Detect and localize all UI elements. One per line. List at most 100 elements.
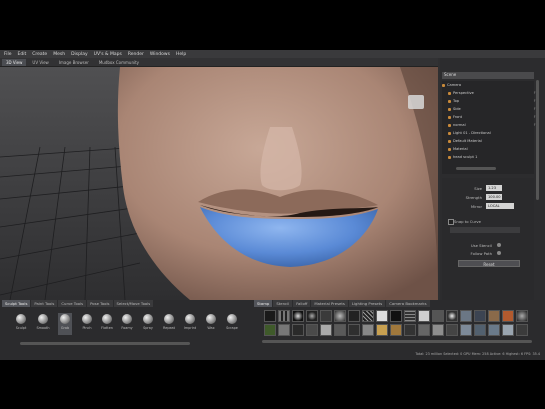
stamp-light[interactable] xyxy=(418,310,430,322)
stamp-pebble[interactable] xyxy=(348,324,360,336)
stamp-rock[interactable] xyxy=(334,324,346,336)
panel-scrollbar[interactable] xyxy=(536,80,539,200)
status-bar: Total: 23 million Selected: 0 GPU Mem: 2… xyxy=(415,352,540,356)
menu-help[interactable]: Help xyxy=(176,52,186,57)
stamp-ice[interactable] xyxy=(460,324,472,336)
stamp-mid[interactable] xyxy=(278,324,290,336)
stamp-lines[interactable] xyxy=(404,310,416,322)
stamp-wood[interactable] xyxy=(488,310,500,322)
stamp-stone[interactable] xyxy=(474,324,486,336)
stamp-off-icon[interactable] xyxy=(264,310,276,322)
stamp-silver[interactable] xyxy=(320,324,332,336)
tab-material-presets[interactable]: Material Presets xyxy=(311,300,348,307)
menu-windows[interactable]: Windows xyxy=(150,52,170,57)
spray-tool[interactable]: Spray xyxy=(141,313,155,335)
stamp-white[interactable] xyxy=(376,310,388,322)
smooth-tool[interactable]: Smooth xyxy=(36,313,50,335)
sculpt-tool[interactable]: Sculpt xyxy=(14,313,28,335)
tree-item[interactable]: PerspectiveF1 xyxy=(442,91,540,98)
tab-image-browser[interactable]: Image Browser xyxy=(55,59,93,66)
stamp-bronze[interactable] xyxy=(390,324,402,336)
imprint-tool[interactable]: Imprint xyxy=(183,313,197,335)
tab-3d-view[interactable]: 3D View xyxy=(2,58,27,66)
tab-lighting-presets[interactable]: Lighting Presets xyxy=(348,300,386,307)
tree-item[interactable]: normalF5 xyxy=(442,123,540,130)
stamp-scale[interactable] xyxy=(418,324,430,336)
flatten-tool[interactable]: Flatten xyxy=(100,313,114,335)
tab-paint-tools[interactable]: Paint Tools xyxy=(31,300,58,307)
stamp-bark[interactable] xyxy=(404,324,416,336)
tree-item[interactable]: Default Material xyxy=(442,139,540,146)
stamp-hatch[interactable] xyxy=(362,310,374,322)
menu-uvs-maps[interactable]: UV's & Maps xyxy=(94,52,122,57)
reset-button[interactable]: Reset xyxy=(458,260,520,267)
strength-field[interactable]: 100.00 xyxy=(486,194,502,200)
stamp-chrome[interactable] xyxy=(502,324,514,336)
tab-sculpt-tools[interactable]: Sculpt Tools xyxy=(2,300,31,307)
tab-curve-tools[interactable]: Curve Tools xyxy=(58,300,87,307)
stamp-gold[interactable] xyxy=(376,324,388,336)
use-stencil-toggle[interactable] xyxy=(497,243,501,247)
wax-tool[interactable]: Wax xyxy=(204,313,218,335)
stamp-soft[interactable] xyxy=(292,310,304,322)
curve-field[interactable] xyxy=(450,227,520,233)
tools-scrollbar[interactable] xyxy=(20,342,190,345)
tree-scrollbar[interactable] xyxy=(456,167,496,170)
follow-path-toggle[interactable] xyxy=(497,251,501,255)
stamp-blueish[interactable] xyxy=(460,310,472,322)
pinch-tool[interactable]: Pinch xyxy=(80,313,94,335)
foamy-tool[interactable]: Foamy xyxy=(120,313,134,335)
stamp-leather[interactable] xyxy=(516,324,528,336)
wax-icon xyxy=(206,314,216,324)
menu-edit[interactable]: Edit xyxy=(18,52,27,57)
grab-tool[interactable]: Grab xyxy=(58,313,72,335)
stamp-dots[interactable] xyxy=(334,310,346,322)
tree-item[interactable]: SideF3 xyxy=(442,107,540,114)
stamp-spot[interactable] xyxy=(446,310,458,322)
tab-mudbox-community[interactable]: Mudbox Community xyxy=(95,59,143,66)
tab-falloff[interactable]: Falloff xyxy=(293,300,311,307)
stamp-gravel[interactable] xyxy=(306,324,318,336)
stamp-scrollbar[interactable] xyxy=(262,340,532,343)
tab-stamp[interactable]: Stamp xyxy=(254,300,273,307)
tree-item[interactable]: FrontF4 xyxy=(442,115,540,122)
stamp-black[interactable] xyxy=(390,310,402,322)
light-icon xyxy=(448,131,451,135)
tree-item[interactable]: head sculpt 1 xyxy=(442,155,540,162)
size-field[interactable]: 1.23 xyxy=(486,185,502,191)
tab-uv-view[interactable]: UV View xyxy=(28,59,52,66)
tab-select-move-tools[interactable]: Select/Move Tools xyxy=(113,300,154,307)
tree-item[interactable]: TopF2 xyxy=(442,99,540,106)
stamp-round[interactable] xyxy=(306,310,318,322)
stamp-dark[interactable] xyxy=(348,310,360,322)
scene-dropdown[interactable]: Scene xyxy=(442,72,534,79)
stamp-pores[interactable] xyxy=(432,324,444,336)
tree-item[interactable]: Material xyxy=(442,147,540,154)
stamp-stripes[interactable] xyxy=(278,310,290,322)
tab-stencil[interactable]: Stencil xyxy=(273,300,293,307)
menu-file[interactable]: File xyxy=(4,52,12,57)
menu-display[interactable]: Display xyxy=(71,52,88,57)
menu-create[interactable]: Create xyxy=(32,52,47,57)
tree-item[interactable]: Light 01 - Directional xyxy=(442,131,540,138)
stamp-metal[interactable] xyxy=(488,324,500,336)
stamp-noise[interactable] xyxy=(320,310,332,322)
stamp-cracks[interactable] xyxy=(446,324,458,336)
mirror-select[interactable]: LOCAL xyxy=(486,203,514,209)
menu-render[interactable]: Render xyxy=(128,52,144,57)
3d-viewport[interactable] xyxy=(0,67,438,300)
repeat-tool[interactable]: Repeat xyxy=(162,313,176,335)
stamp-grey[interactable] xyxy=(432,310,444,322)
tab-pose-tools[interactable]: Pose Tools xyxy=(87,300,113,307)
scrape-tool[interactable]: Scrape xyxy=(225,313,239,335)
flatten-icon xyxy=(102,314,112,324)
stamp-slate[interactable] xyxy=(474,310,486,322)
tab-camera-bookmarks[interactable]: Camera Bookmarks xyxy=(386,300,430,307)
stamp-charcoal[interactable] xyxy=(292,324,304,336)
menu-mesh[interactable]: Mesh xyxy=(53,52,65,57)
stamp-rust[interactable] xyxy=(502,310,514,322)
stamp-green[interactable] xyxy=(264,324,276,336)
stamp-ball[interactable] xyxy=(516,310,528,322)
stamp-skin[interactable] xyxy=(362,324,374,336)
tree-item[interactable]: Camera xyxy=(442,83,534,90)
